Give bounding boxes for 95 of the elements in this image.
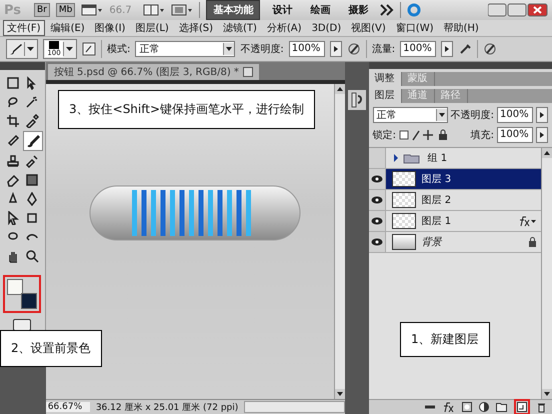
slider-toggle-icon[interactable] (536, 107, 548, 123)
screen-view-icon[interactable] (81, 3, 104, 17)
dropdown-arrow-icon[interactable] (63, 42, 75, 56)
mode-label: 模式: (107, 42, 130, 56)
brush-icon[interactable] (8, 42, 24, 56)
circle-logo-icon[interactable] (407, 3, 422, 17)
new-layer-button[interactable] (514, 399, 530, 414)
foreground-color-swatch[interactable] (7, 279, 24, 295)
flow-field[interactable]: 100% (400, 41, 436, 57)
menu-item[interactable]: 3D(D) (308, 22, 346, 34)
slider-toggle-icon[interactable] (441, 41, 454, 57)
add-style-icon[interactable] (443, 402, 455, 412)
horizontal-scrollbar[interactable] (244, 401, 345, 413)
layer-name[interactable]: 图层 3 (422, 172, 452, 186)
workspace-button[interactable]: 基本功能 (206, 0, 260, 20)
window-controls-icon[interactable] (488, 3, 548, 17)
workspace-button[interactable]: 摄影 (342, 1, 374, 19)
pressure-size-icon[interactable] (483, 42, 498, 56)
opacity-field[interactable]: 100% (288, 41, 325, 57)
workspace-button[interactable]: 设计 (266, 1, 298, 19)
toolbar-grip[interactable] (0, 62, 45, 70)
slider-toggle-icon[interactable] (330, 41, 342, 57)
layer-name[interactable]: 图层 1 (422, 214, 452, 228)
callout-text: 1、新建图层 (400, 322, 490, 357)
eye-icon[interactable] (370, 238, 383, 246)
fill-label: 填充: (470, 128, 494, 142)
quick-mask-icon[interactable] (13, 319, 32, 331)
panel-grip[interactable] (368, 62, 552, 69)
folder-icon[interactable] (496, 402, 507, 412)
menu-item[interactable]: 选择(S) (174, 20, 217, 36)
zoom-field[interactable]: 66.67% (46, 402, 90, 412)
workspace-button[interactable]: 绘画 (304, 1, 336, 19)
layer-row[interactable]: 图层 1 (368, 211, 541, 232)
menu-item[interactable]: 窗口(W) (392, 20, 438, 36)
layer-row[interactable]: 图层 3 (368, 169, 541, 190)
scroll-down-icon[interactable] (334, 389, 345, 399)
airbrush-icon[interactable] (458, 42, 472, 56)
layer-row[interactable]: 背景 (368, 232, 541, 253)
screen-mode-icon[interactable] (171, 3, 194, 17)
bridge-button[interactable]: Br (34, 3, 50, 17)
layer-thumbnail (392, 171, 416, 187)
mode-dropdown[interactable]: 正常 (135, 41, 236, 57)
fill-field[interactable]: 100% (497, 127, 533, 143)
menu-item[interactable]: 图层(L) (131, 20, 173, 36)
panel-tab[interactable]: 图层 (368, 89, 402, 103)
pressure-icon[interactable] (346, 42, 361, 56)
scroll-up-icon[interactable] (542, 148, 552, 158)
layer-name[interactable]: 组 1 (428, 151, 448, 165)
dropdown-arrow-icon[interactable] (24, 42, 36, 56)
menu-item[interactable]: 滤镜(T) (218, 20, 261, 36)
lock-options-icon[interactable] (399, 129, 449, 141)
background-color-swatch[interactable] (21, 293, 38, 309)
eye-icon[interactable] (370, 217, 383, 225)
effects-icon[interactable] (517, 215, 537, 227)
menu-item[interactable]: 帮助(H) (440, 20, 483, 36)
layer-name[interactable]: 背景 (422, 235, 442, 249)
opacity-label: 不透明度: (240, 42, 284, 56)
brush-panel-icon[interactable] (82, 42, 96, 56)
layer-thumbnail (392, 192, 416, 208)
mini-bridge-button[interactable]: Mb (56, 3, 76, 17)
flow-label: 流量: (372, 42, 396, 56)
document-info: 36.12 厘米 x 25.01 厘米 (72 ppi) (94, 402, 240, 414)
opacity-field[interactable]: 100% (497, 107, 533, 123)
layer-row[interactable]: 图层 2 (368, 190, 541, 211)
menu-item[interactable]: 编辑(E) (46, 20, 89, 36)
menu-item[interactable]: 图像(I) (90, 20, 130, 36)
blend-mode-dropdown[interactable]: 正常 (372, 107, 448, 123)
arrange-icon[interactable] (143, 3, 166, 17)
close-icon[interactable] (242, 67, 253, 77)
callout-text: 3、按住<Shift>键保持画笔水平，进行绘制 (58, 90, 316, 129)
slider-toggle-icon[interactable] (536, 127, 548, 143)
layer-name[interactable]: 图层 2 (422, 193, 452, 207)
opacity-label: 不透明度: (450, 108, 494, 122)
menu-item[interactable]: 视图(V) (347, 20, 390, 36)
scroll-up-icon[interactable] (334, 84, 345, 94)
scroll-down-icon[interactable] (542, 389, 552, 399)
eye-icon[interactable] (370, 175, 383, 183)
history-panel-icon[interactable] (348, 90, 366, 110)
eye-icon[interactable] (370, 196, 383, 204)
folder-icon[interactable] (392, 152, 422, 164)
menu-item[interactable]: 文件(F) (3, 20, 45, 36)
app-logo: Ps (4, 2, 22, 18)
layer-thumbnail (392, 234, 416, 250)
trash-icon[interactable] (537, 402, 546, 412)
document-tab[interactable]: 按钮 5.psd @ 66.7% (图层 3, RGB/8) * (48, 64, 259, 80)
callout-text: 2、设置前景色 (0, 330, 102, 367)
menu-item[interactable]: 分析(A) (262, 20, 306, 36)
adjustment-icon[interactable] (479, 402, 489, 412)
tool-preset-picker[interactable] (6, 39, 38, 59)
panel-tab[interactable]: 调整 (368, 72, 402, 86)
chevron-icon[interactable] (380, 4, 394, 16)
layer-thumbnail (392, 213, 416, 229)
lock-label: 锁定: (372, 128, 396, 142)
color-swatches[interactable] (3, 275, 42, 313)
mask-icon[interactable] (462, 402, 472, 412)
